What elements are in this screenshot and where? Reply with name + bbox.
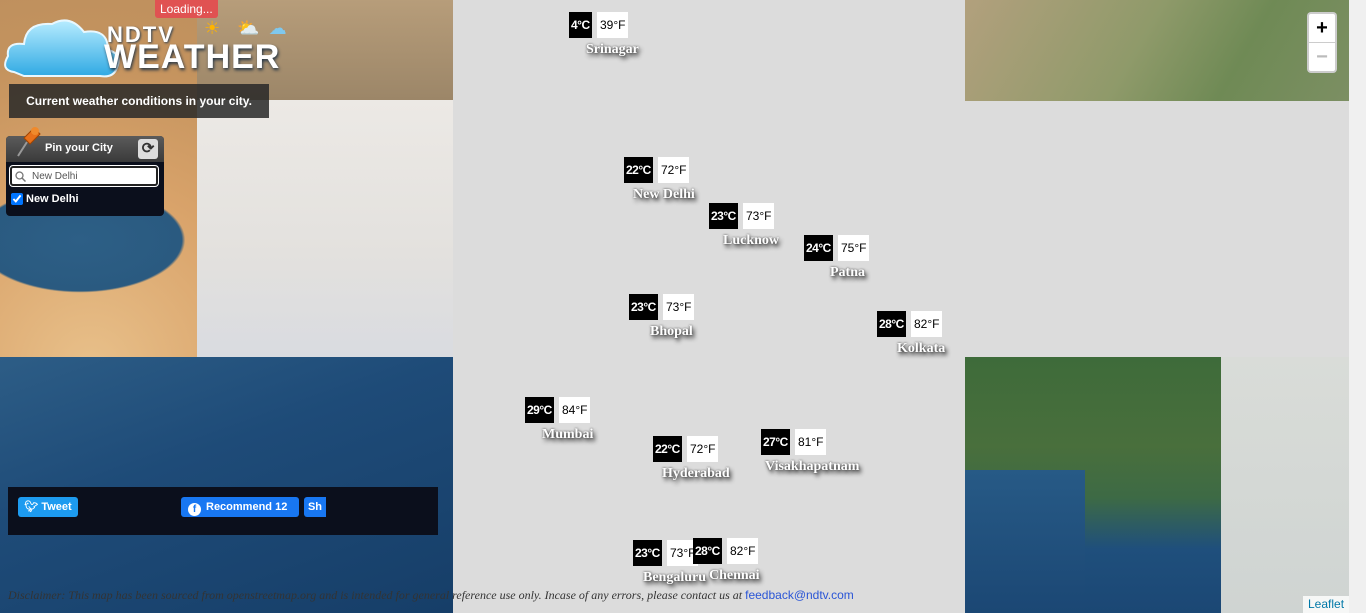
map-tile-tibet[interactable]	[965, 0, 1349, 101]
temp-celsius: 4°C	[569, 12, 592, 38]
rain-cloud-icon: ☁	[268, 18, 287, 38]
city-search-input[interactable]	[30, 169, 154, 184]
facebook-share-button[interactable]: Sh	[304, 497, 326, 517]
zoom-in-button[interactable]: +	[1309, 14, 1335, 43]
recommend-label: Recommend 12	[206, 501, 288, 513]
loading-indicator: Loading...	[155, 0, 218, 18]
temp-celsius: 27°C	[761, 429, 790, 455]
temp-fahrenheit: 84°F	[559, 397, 591, 423]
temp-fahrenheit: 72°F	[687, 436, 719, 462]
temp-celsius: 23°C	[633, 540, 662, 566]
disclaimer-text: Disclaimer: This map has been sourced fr…	[8, 588, 743, 602]
pin-city-header: Pin your City ⟳	[6, 127, 164, 162]
city-checkbox-row[interactable]: New Delhi	[11, 193, 79, 205]
facebook-icon: f	[188, 503, 201, 516]
city-name: Chennai	[709, 568, 760, 583]
tweet-button[interactable]: 🐦︎ Tweet	[18, 497, 78, 517]
map-tile-pakistan[interactable]	[197, 100, 453, 357]
temp-celsius: 22°C	[653, 436, 682, 462]
map-tile-bay-of-bengal[interactable]	[965, 470, 1085, 613]
map-tile-east[interactable]	[1221, 357, 1349, 613]
temp-celsius: 28°C	[877, 311, 906, 337]
temp-fahrenheit: 81°F	[795, 429, 827, 455]
temp-celsius: 28°C	[693, 538, 722, 564]
city-name: Patna	[830, 265, 865, 280]
city-checkbox[interactable]	[11, 193, 23, 205]
temp-fahrenheit: 73°F	[743, 203, 775, 229]
tweet-label: Tweet	[41, 501, 72, 513]
city-name: New Delhi	[633, 187, 695, 202]
temp-celsius: 24°C	[804, 235, 833, 261]
city-checkbox-label: New Delhi	[26, 193, 79, 205]
pin-city-title: Pin your City	[45, 142, 113, 154]
temp-fahrenheit: 75°F	[838, 235, 870, 261]
temp-fahrenheit: 73°F	[663, 294, 695, 320]
ndtv-weather-logo: NDTV WEATHER ☀ ⛅ ☁	[4, 8, 304, 80]
temp-celsius: 29°C	[525, 397, 554, 423]
weather-icons: ☀ ⛅ ☁	[204, 18, 287, 39]
city-name: Visakhapatnam	[765, 459, 860, 474]
city-name: Bhopal	[650, 324, 693, 339]
feedback-email-link[interactable]: feedback@ndtv.com	[745, 588, 854, 602]
temp-fahrenheit: 72°F	[658, 157, 690, 183]
temp-fahrenheit: 82°F	[911, 311, 943, 337]
refresh-button[interactable]: ⟳	[138, 139, 158, 159]
refresh-icon: ⟳	[141, 140, 155, 157]
sun-cloud-icon: ⛅	[237, 18, 260, 38]
pin-city-panel: Pin your City ⟳ New Delhi	[6, 127, 164, 216]
temp-fahrenheit: 82°F	[727, 538, 759, 564]
disclaimer: Disclaimer: This map has been sourced fr…	[8, 588, 854, 603]
temp-celsius: 22°C	[624, 157, 653, 183]
zoom-out-button[interactable]: −	[1309, 43, 1335, 71]
social-share-bar: 🐦︎ Tweet f Recommend 12 Sh	[8, 487, 438, 535]
city-name: Hyderabad	[662, 466, 730, 481]
zoom-control: + −	[1307, 12, 1337, 73]
search-icon	[15, 171, 26, 182]
temp-fahrenheit: 39°F	[597, 12, 629, 38]
page-scrollbar[interactable]	[1349, 0, 1366, 613]
city-name: Srinagar	[586, 42, 639, 57]
sun-icon: ☀	[204, 18, 221, 38]
temp-celsius: 23°C	[629, 294, 658, 320]
city-name: Mumbai	[542, 427, 594, 442]
pushpin-icon	[17, 127, 41, 157]
map-tile-arabian-sea[interactable]	[0, 357, 453, 613]
temp-celsius: 23°C	[709, 203, 738, 229]
twitter-bird-icon: 🐦︎	[24, 501, 39, 513]
logo-weather-text: WEATHER	[104, 38, 281, 76]
city-search-box[interactable]	[9, 165, 159, 187]
city-name: Lucknow	[723, 233, 780, 248]
leaflet-attribution-link[interactable]: Leaflet	[1303, 596, 1350, 613]
city-name: Kolkata	[897, 341, 946, 356]
page-subtitle: Current weather conditions in your city.	[9, 84, 269, 118]
facebook-recommend-button[interactable]: f Recommend 12	[181, 497, 299, 517]
city-name: Bengaluru	[643, 570, 707, 585]
